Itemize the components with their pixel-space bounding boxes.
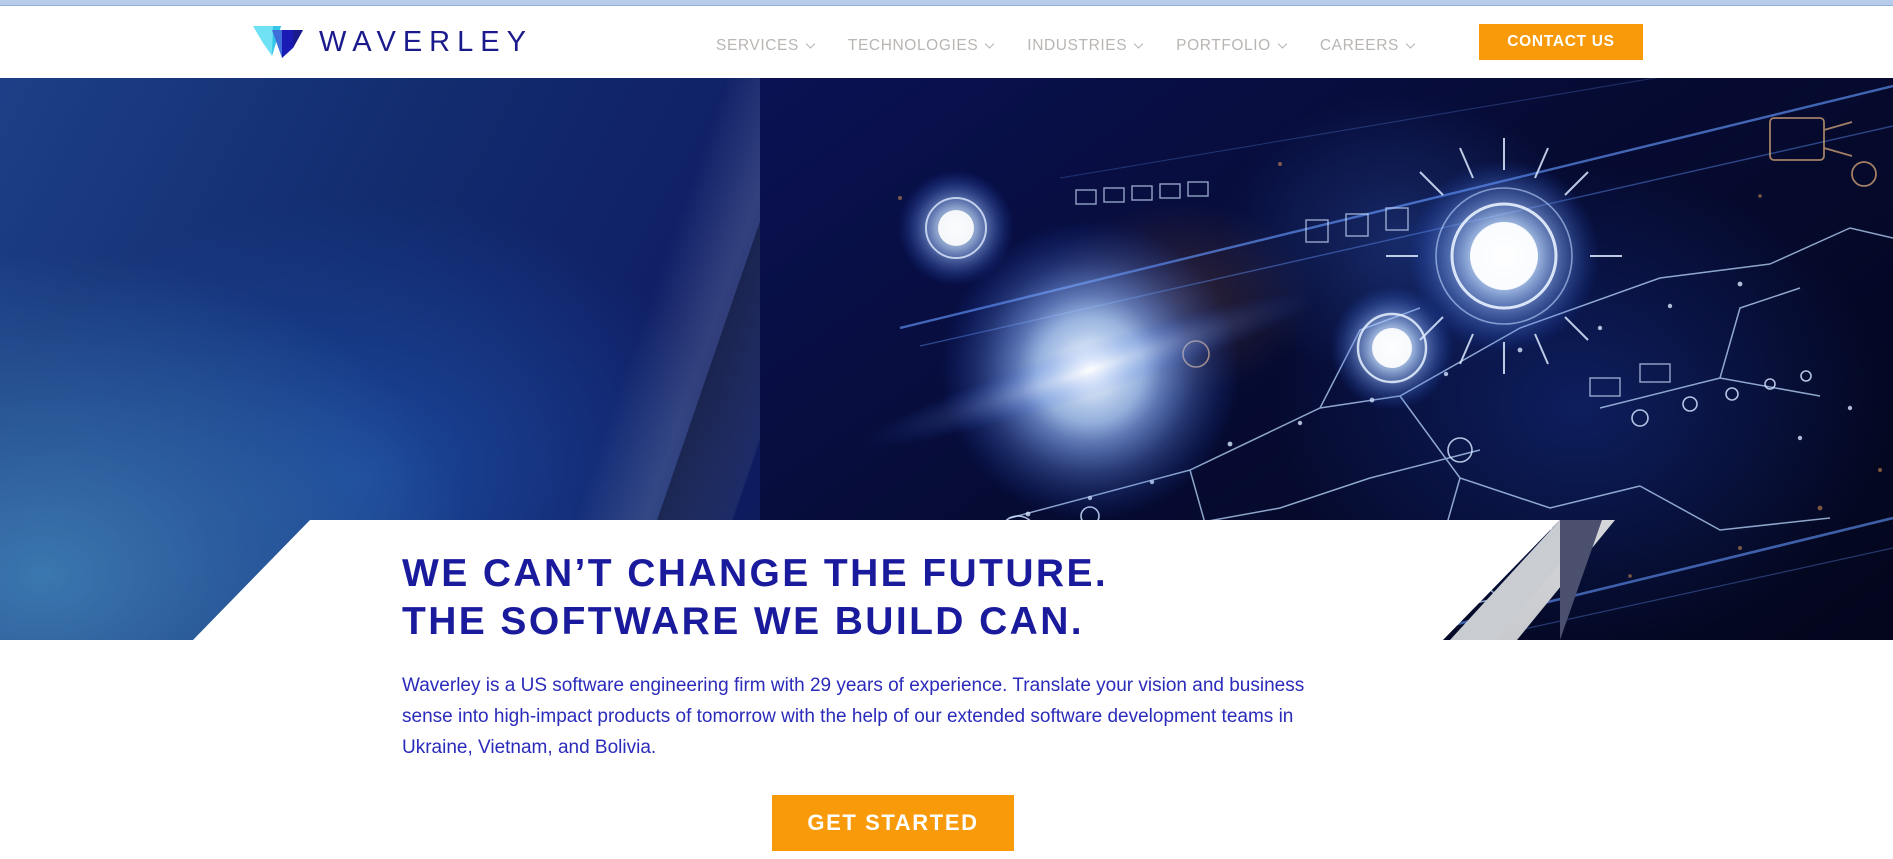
hero-paragraph: Waverley is a US software engineering fi…: [402, 675, 1305, 758]
nav-label-careers: CAREERS: [1319, 37, 1399, 54]
contact-us-button[interactable]: CONTACT US: [1479, 24, 1643, 60]
main-navigation: SERVICES TECHNOLOGIES INDUSTRIES PORTFOL…: [700, 26, 1432, 66]
chevron-down-icon: [1405, 40, 1416, 51]
get-started-button[interactable]: GET STARTED: [772, 795, 1014, 851]
nav-label-industries: INDUSTRIES: [1027, 37, 1128, 54]
chevron-down-icon: [805, 40, 816, 51]
chevron-down-icon: [1277, 40, 1288, 51]
nav-item-technologies[interactable]: TECHNOLOGIES: [832, 31, 1011, 61]
nav-item-portfolio[interactable]: PORTFOLIO: [1160, 31, 1304, 61]
hero-headline-line-1: WE CAN’T CHANGE THE FUTURE.: [402, 552, 1109, 595]
logo-wordmark: WAVERLEY: [319, 25, 533, 58]
waverley-double-v-logo-icon: [253, 26, 305, 58]
site-header: WAVERLEY SERVICES TECHNOLOGIES INDUSTRIE…: [0, 6, 1893, 78]
page-root: WE CAN’T CHANGE THE FUTURE. THE SOFTWARE…: [0, 0, 1893, 859]
nav-label-technologies: TECHNOLOGIES: [847, 37, 979, 54]
nav-item-careers[interactable]: CAREERS: [1304, 31, 1432, 61]
hero-content: WE CAN’T CHANGE THE FUTURE. THE SOFTWARE…: [402, 550, 1502, 851]
chevron-down-icon: [1133, 40, 1144, 51]
nav-label-services: SERVICES: [716, 37, 799, 54]
nav-item-industries[interactable]: INDUSTRIES: [1011, 31, 1160, 61]
hero-cta-wrapper: GET STARTED: [772, 795, 1502, 851]
nav-item-services[interactable]: SERVICES: [700, 31, 832, 61]
logo[interactable]: WAVERLEY: [253, 19, 533, 65]
nav-label-portfolio: PORTFOLIO: [1176, 37, 1271, 54]
hero-headline-line-2: THE SOFTWARE WE BUILD CAN.: [402, 600, 1085, 643]
hero-headline: WE CAN’T CHANGE THE FUTURE. THE SOFTWARE…: [402, 550, 1502, 646]
chevron-down-icon: [984, 40, 995, 51]
